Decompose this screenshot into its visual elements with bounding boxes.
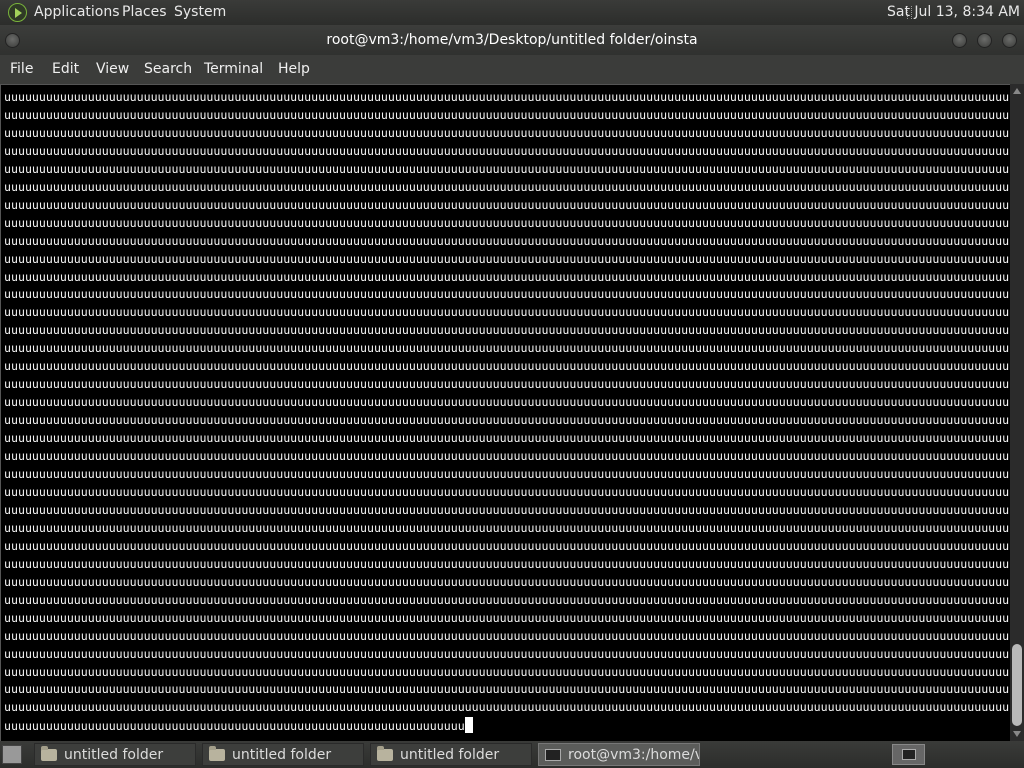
folder-icon (41, 746, 57, 761)
terminal-scrollbar[interactable] (1010, 84, 1024, 741)
window-titlebar[interactable]: root@vm3:/home/vm3/Desktop/untitled fold… (0, 25, 1024, 55)
scroll-thumb[interactable] (1012, 644, 1022, 726)
terminal-line: uuuuuuuuuuuuuuuuuuuuuuuuuuuuuuuuuuuuuuuu… (4, 359, 1010, 374)
terminal-line: uuuuuuuuuuuuuuuuuuuuuuuuuuuuuuuuuuuuuuuu… (4, 251, 1010, 266)
terminal-line: uuuuuuuuuuuuuuuuuuuuuuuuuuuuuuuuuuuuuuuu… (4, 538, 1010, 553)
applications-menu[interactable]: Applications (34, 0, 120, 25)
terminal-line: uuuuuuuuuuuuuuuuuuuuuuuuuuuuuuuuuuuuuuuu… (4, 700, 1010, 715)
terminal-line: uuuuuuuuuuuuuuuuuuuuuuuuuuuuuuuuuuuuuuuu… (4, 143, 1010, 158)
terminal-line: uuuuuuuuuuuuuuuuuuuuuuuuuuuuuuuuuuuuuuuu… (4, 592, 1010, 607)
workspace-window-icon (902, 749, 916, 760)
terminal-line: uuuuuuuuuuuuuuuuuuuuuuuuuuuuuuuuuuuuuuuu… (4, 287, 1010, 302)
terminal-line: uuuuuuuuuuuuuuuuuuuuuuuuuuuuuuuuuuuuuuuu… (4, 610, 1010, 625)
taskbar-item-label: root@vm3:/home/v... (568, 747, 699, 763)
terminal-line: uuuuuuuuuuuuuuuuuuuuuuuuuuuuuuuuuuuuuuuu… (4, 233, 1010, 248)
help-menu[interactable]: Help (278, 55, 310, 84)
terminal-line: uuuuuuuuuuuuuuuuuuuuuuuuuuuuuuuuuuuuuuuu… (4, 413, 1010, 428)
terminal-icon (545, 749, 561, 761)
minimize-button[interactable] (952, 33, 967, 48)
terminal-line: uuuuuuuuuuuuuuuuuuuuuuuuuuuuuuuuuuuuuuuu… (4, 431, 1010, 446)
terminal-output[interactable]: uuuuuuuuuuuuuuuuuuuuuuuuuuuuuuuuuuuuuuuu… (0, 84, 1010, 741)
terminal-line: uuuuuuuuuuuuuuuuuuuuuuuuuuuuuuuuuuuuuuuu… (4, 341, 1010, 356)
taskbar-item-untitled-folder-1[interactable]: untitled folder (34, 743, 196, 766)
terminal-line: uuuuuuuuuuuuuuuuuuuuuuuuuuuuuuuuuuuuuuuu… (4, 269, 1010, 284)
terminal-line: uuuuuuuuuuuuuuuuuuuuuuuuuuuuuuuuuuuuuuuu… (4, 467, 1010, 482)
terminal-line: uuuuuuuuuuuuuuuuuuuuuuuuuuuuuuuuuuuuuuuu… (4, 502, 1010, 517)
terminal-line: uuuuuuuuuuuuuuuuuuuuuuuuuuuuuuuuuuuuuuuu… (4, 449, 1010, 464)
terminal-line: uuuuuuuuuuuuuuuuuuuuuuuuuuuuuuuuuuuuuuuu… (4, 179, 1010, 194)
show-desktop-icon[interactable] (2, 745, 22, 764)
terminal-line: uuuuuuuuuuuuuuuuuuuuuuuuuuuuuuuuuuuuuuuu… (4, 484, 1010, 499)
edit-menu[interactable]: Edit (52, 55, 79, 84)
window-title: root@vm3:/home/vm3/Desktop/untitled fold… (326, 32, 698, 48)
terminal-line: uuuuuuuuuuuuuuuuuuuuuuuuuuuuuuuuuuuuuuuu… (4, 395, 1010, 410)
terminal-cursor (464, 717, 473, 734)
window-menu-button[interactable] (5, 33, 20, 48)
terminal-line: uuuuuuuuuuuuuuuuuuuuuuuuuuuuuuuuuuuuuuuu… (4, 664, 1010, 679)
terminal-line: uuuuuuuuuuuuuuuuuuuuuuuuuuuuuuuuuuuuuuuu… (4, 556, 1010, 571)
terminal-line: uuuuuuuuuuuuuuuuuuuuuuuuuuuuuuuuuuuuuuuu… (4, 107, 1010, 122)
terminal-line: uuuuuuuuuuuuuuuuuuuuuuuuuuuuuuuuuuuuuuuu… (4, 628, 1010, 643)
bottom-taskbar: untitled folder untitled folder untitled… (0, 741, 1024, 768)
terminal-line: uuuuuuuuuuuuuuuuuuuuuuuuuuuuuuuuuuuuuuuu… (4, 197, 1010, 212)
terminal-line: uuuuuuuuuuuuuuuuuuuuuuuuuuuuuuuuuuuuuuuu… (4, 305, 1010, 320)
terminal-line: uuuuuuuuuuuuuuuuuuuuuuuuuuuuuuuuuuuuuuuu… (4, 323, 1010, 338)
folder-icon (209, 746, 225, 761)
taskbar-item-untitled-folder-3[interactable]: untitled folder (370, 743, 532, 766)
search-menu[interactable]: Search (144, 55, 192, 84)
terminal-line: uuuuuuuuuuuuuuuuuuuuuuuuuuuuuuuuuuuuuuuu… (4, 215, 1010, 230)
places-menu[interactable]: Places (122, 0, 167, 25)
maximize-button[interactable] (977, 33, 992, 48)
taskbar-item-label: untitled folder (64, 747, 164, 763)
workspace-switcher[interactable] (892, 744, 925, 765)
terminal-menu[interactable]: Terminal (204, 55, 263, 84)
taskbar-item-label: untitled folder (400, 747, 500, 763)
terminal-line: uuuuuuuuuuuuuuuuuuuuuuuuuuuuuuuuuuuuuuuu… (4, 520, 1010, 535)
terminal-line: uuuuuuuuuuuuuuuuuuuuuuuuuuuuuuuuuuuuuuuu… (4, 125, 1010, 140)
top-panel: Applications Places System Sat Jul 13, 8… (0, 0, 1024, 25)
clock[interactable]: Sat Jul 13, 8:34 AM (887, 0, 1020, 25)
applications-logo-icon[interactable] (8, 3, 27, 22)
taskbar-item-terminal[interactable]: root@vm3:/home/v... (538, 743, 700, 766)
taskbar-item-untitled-folder-2[interactable]: untitled folder (202, 743, 364, 766)
terminal-line: uuuuuuuuuuuuuuuuuuuuuuuuuuuuuuuuuuuuuuuu… (4, 682, 1010, 697)
view-menu[interactable]: View (96, 55, 129, 84)
terminal-line: uuuuuuuuuuuuuuuuuuuuuuuuuuuuuuuuuuuuuuuu… (4, 161, 1010, 176)
terminal-line: uuuuuuuuuuuuuuuuuuuuuuuuuuuuuuuuuuuuuuuu… (4, 646, 1010, 661)
terminal-line: uuuuuuuuuuuuuuuuuuuuuuuuuuuuuuuuuuuuuuuu… (4, 377, 1010, 392)
folder-icon (377, 746, 393, 761)
taskbar-item-label: untitled folder (232, 747, 332, 763)
terminal-text: uuuuuuuuuuuuuuuuuuuuuuuuuuuuuuuuuuuuuuuu… (4, 89, 1010, 735)
scroll-up-arrow-icon[interactable] (1013, 88, 1021, 94)
terminal-line: uuuuuuuuuuuuuuuuuuuuuuuuuuuuuuuuuuuuuuuu… (4, 717, 1010, 735)
close-button[interactable] (1002, 33, 1017, 48)
file-menu[interactable]: File (10, 55, 33, 84)
terminal-menubar: File Edit View Search Terminal Help (0, 55, 1024, 84)
terminal-line: uuuuuuuuuuuuuuuuuuuuuuuuuuuuuuuuuuuuuuuu… (4, 574, 1010, 589)
scroll-down-arrow-icon[interactable] (1013, 731, 1021, 737)
terminal-line: uuuuuuuuuuuuuuuuuuuuuuuuuuuuuuuuuuuuuuuu… (4, 90, 1010, 104)
system-menu[interactable]: System (174, 0, 226, 25)
